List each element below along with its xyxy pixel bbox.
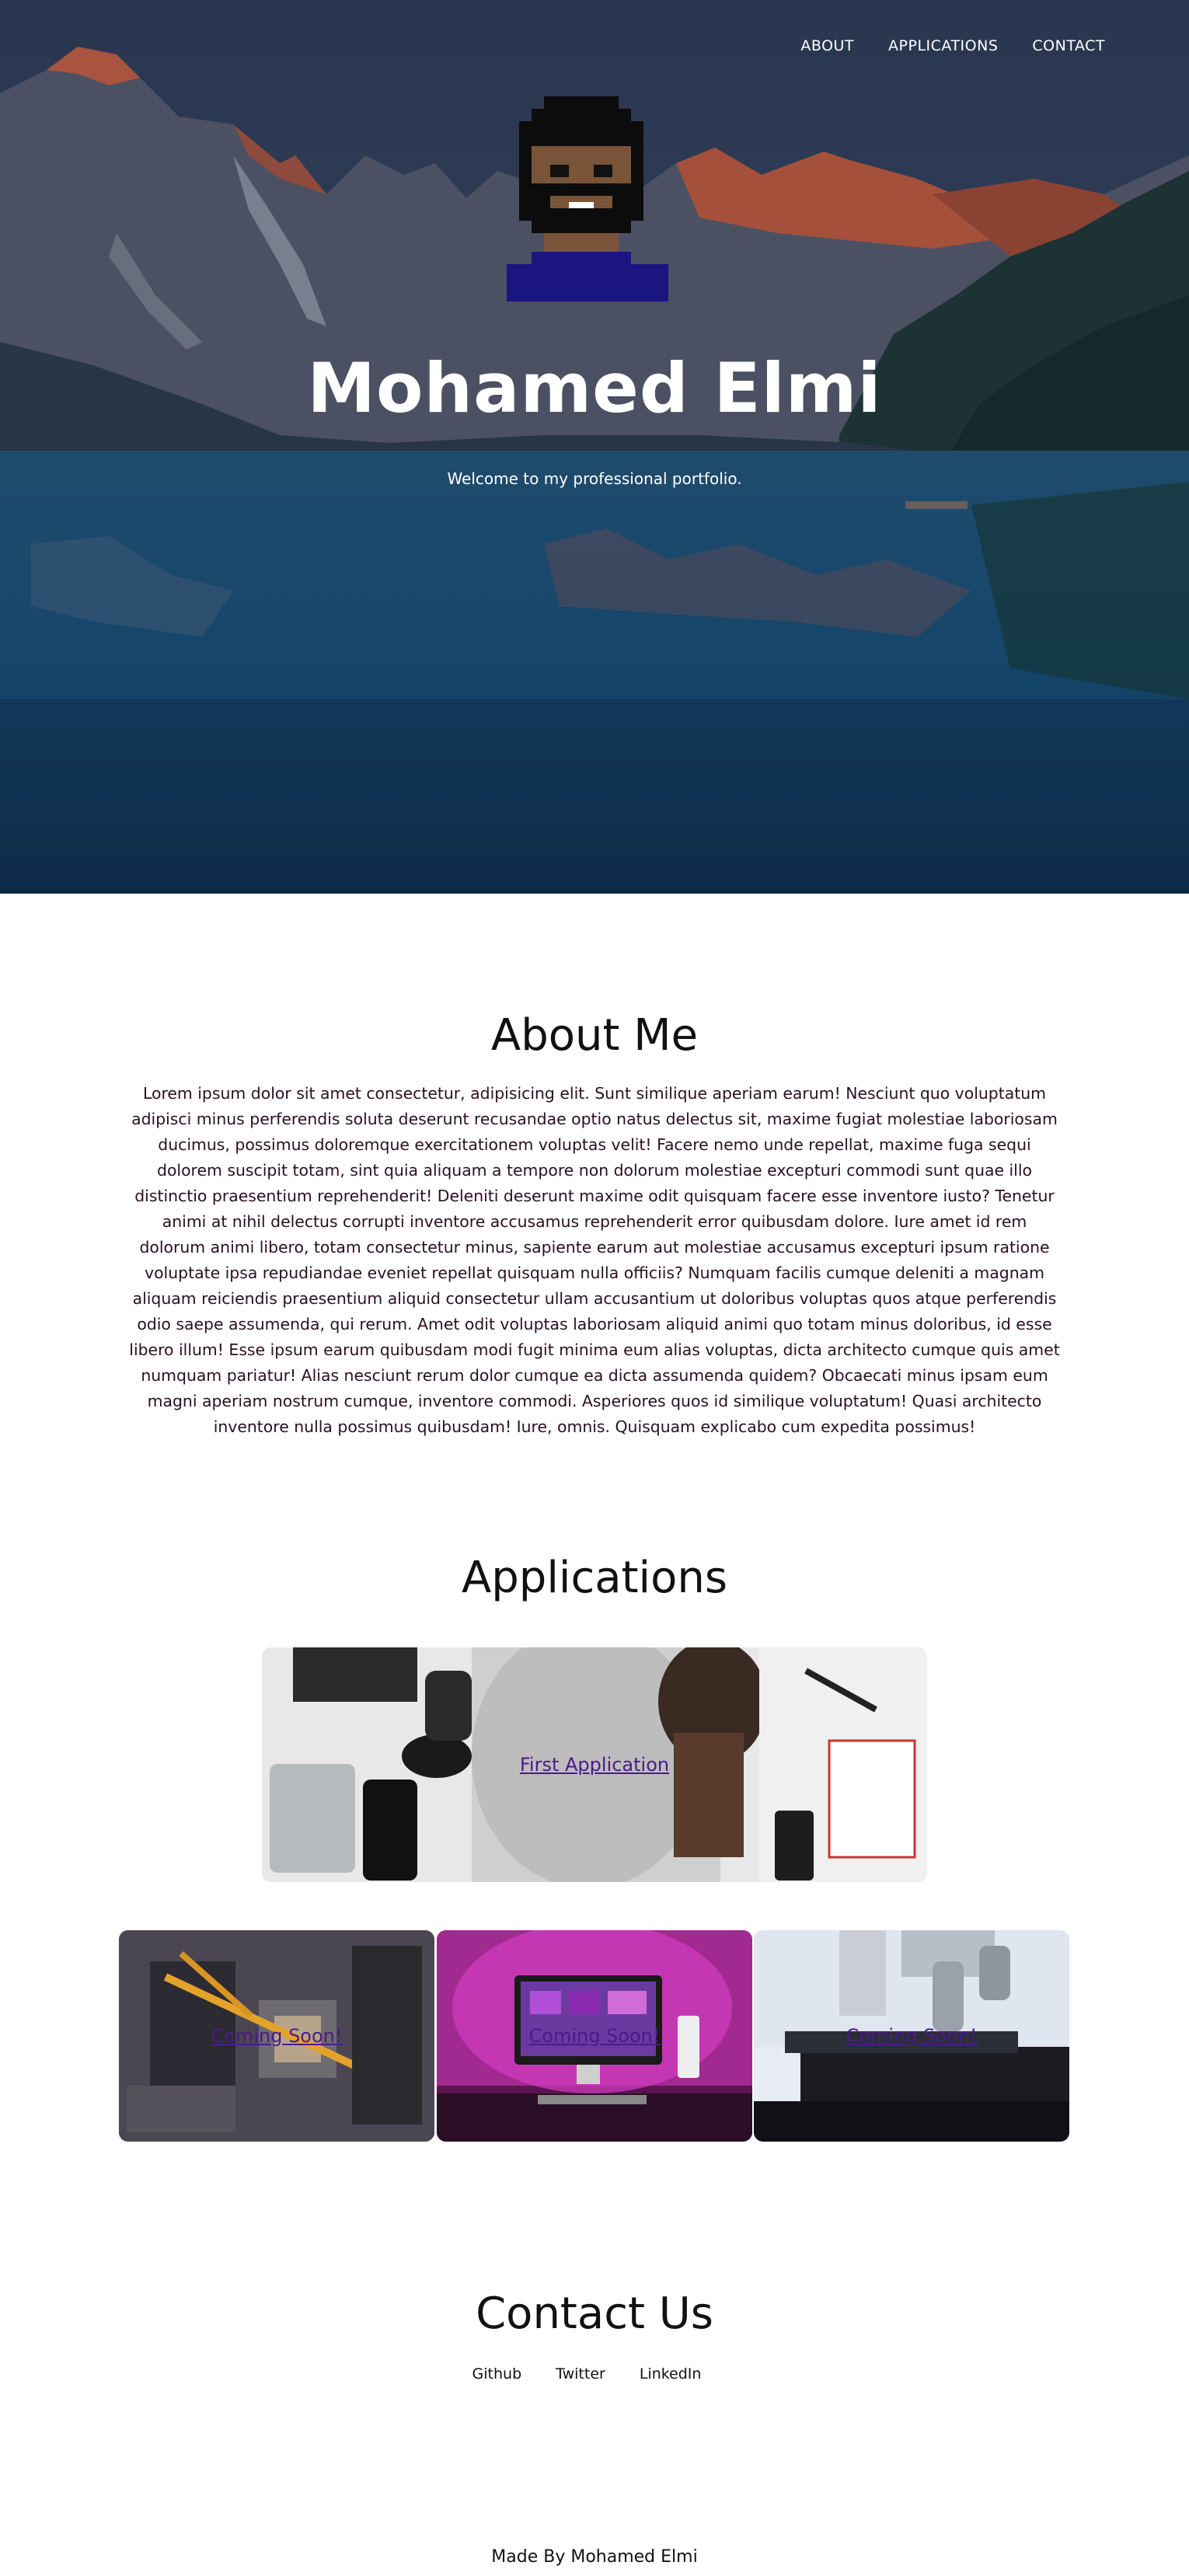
hero-title: Mohamed Elmi — [307, 348, 882, 428]
application-link-3[interactable]: Coming Soon! — [846, 2025, 978, 2047]
about-heading: About Me — [490, 1010, 699, 1061]
application-link-1[interactable]: Coming Soon! — [211, 2025, 343, 2047]
about-section: About Me Lorem ipsum dolor sit amet cons… — [0, 1010, 1189, 1440]
twitter-link[interactable]: Twitter — [556, 2365, 605, 2383]
nav-about-link[interactable]: ABOUT — [800, 37, 854, 54]
linkedin-link[interactable]: LinkedIn — [640, 2365, 702, 2383]
contact-links: Github Twitter LinkedIn — [0, 2365, 1189, 2383]
application-card-2[interactable]: Coming Soon! — [437, 1930, 752, 2142]
hero-subtitle: Welcome to my professional portfolio. — [447, 469, 742, 488]
footer-credit: Made By Mohamed Elmi — [491, 2547, 698, 2567]
featured-application-card[interactable]: First Application — [262, 1647, 927, 1882]
top-nav: ABOUT APPLICATIONS CONTACT — [800, 37, 1105, 54]
hero-section: ABOUT APPLICATIONS CONTACT Mohamed Elmi … — [0, 0, 1189, 894]
pixel-avatar — [507, 96, 668, 302]
featured-application-link[interactable]: First Application — [520, 1754, 669, 1776]
contact-heading: Contact Us — [476, 2288, 713, 2339]
applications-section: Applications First Application Coming So… — [0, 1553, 1189, 2142]
contact-section: Contact Us Github Twitter LinkedIn — [0, 2288, 1189, 2383]
github-link[interactable]: Github — [472, 2365, 522, 2383]
applications-heading: Applications — [461, 1553, 728, 1603]
nav-applications-link[interactable]: APPLICATIONS — [888, 37, 998, 54]
about-body: Lorem ipsum dolor sit amet consectetur, … — [129, 1084, 1060, 1436]
application-link-2[interactable]: Coming Soon! — [529, 2025, 661, 2047]
application-card-3[interactable]: Coming Soon! — [754, 1930, 1069, 2142]
nav-contact-link[interactable]: CONTACT — [1032, 37, 1105, 54]
application-card-1[interactable]: Coming Soon! — [119, 1930, 434, 2142]
